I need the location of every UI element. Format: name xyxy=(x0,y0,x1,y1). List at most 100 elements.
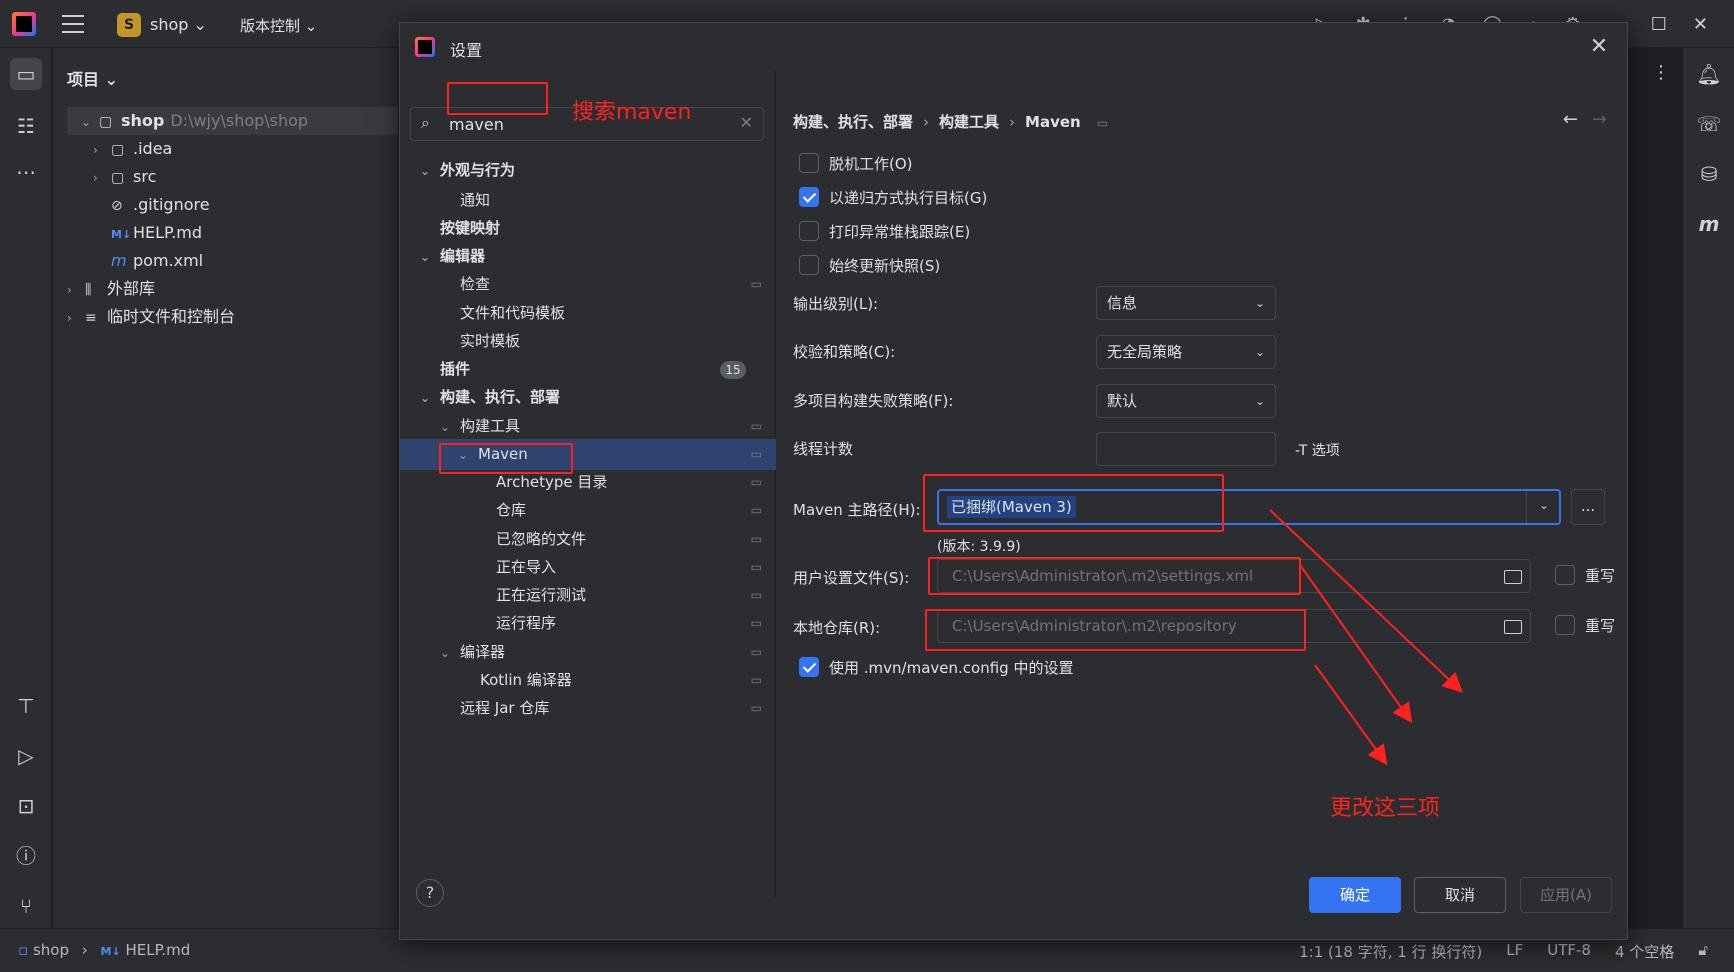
project-tool-icon[interactable]: ▭ xyxy=(10,58,42,90)
tree-running-tests[interactable]: 正在运行测试 ▭ xyxy=(400,580,776,611)
user-settings-override[interactable]: 重写 xyxy=(1555,565,1615,586)
tree-row-root[interactable]: ⌄ ▢ shop D:\wjy\shop\shop xyxy=(67,107,398,135)
build-tool-icon[interactable]: ⊤ xyxy=(10,690,42,722)
terminal-tool-icon[interactable]: ⊡ xyxy=(10,790,42,822)
tree-importing[interactable]: 正在导入 ▭ xyxy=(400,552,776,583)
chevron-down-icon[interactable]: ⌄ xyxy=(81,108,99,136)
file-encoding[interactable]: UTF-8 xyxy=(1547,941,1591,962)
maximize-icon[interactable]: ☐ xyxy=(1651,14,1667,35)
tree-label: 文件和代码模板 xyxy=(460,304,566,322)
back-arrow-icon[interactable]: ← xyxy=(1563,109,1578,130)
close-window-icon[interactable]: ✕ xyxy=(1693,14,1708,35)
chevron-right-icon[interactable]: › xyxy=(93,164,111,192)
tree-row-external-libs[interactable]: › ⫼ 外部库 xyxy=(67,275,155,303)
ai-assistant-icon[interactable]: ☏ xyxy=(1693,108,1725,140)
more-tools-icon[interactable]: ⋯ xyxy=(10,156,42,188)
select-value: 默认 xyxy=(1107,392,1138,410)
cancel-button[interactable]: 取消 xyxy=(1414,877,1506,913)
forward-arrow-icon[interactable]: → xyxy=(1592,109,1607,130)
tree-compiler[interactable]: ⌄ 编译器 ▭ xyxy=(400,637,776,668)
use-mvn-config-option[interactable]: 使用 .mvn/maven.config 中的设置 xyxy=(799,655,1073,681)
update-snapshots-option[interactable]: 始终更新快照(S) xyxy=(799,253,940,279)
work-offline-option[interactable]: 脱机工作(O) xyxy=(799,151,913,177)
close-icon[interactable]: ✕ xyxy=(1585,33,1613,61)
tree-remote-jar-repos[interactable]: 远程 Jar 仓库 ▭ xyxy=(400,693,776,724)
tree-runner[interactable]: 运行程序 ▭ xyxy=(400,608,776,639)
tree-row-src[interactable]: › ▢ src xyxy=(93,163,156,191)
ok-button[interactable]: 确定 xyxy=(1309,877,1401,913)
browse-maven-home-button[interactable]: ... xyxy=(1571,489,1605,525)
project-badge[interactable]: S xyxy=(117,13,141,37)
thread-count-input[interactable] xyxy=(1096,432,1276,466)
chevron-down-icon[interactable]: ⌄ xyxy=(420,383,440,414)
project-panel-title[interactable]: 项目 ⌄ xyxy=(67,66,118,90)
status-file[interactable]: HELP.md xyxy=(126,941,191,959)
work-offline-checkbox[interactable] xyxy=(799,153,819,173)
tree-keymap[interactable]: 按键映射 xyxy=(400,213,776,244)
line-separator[interactable]: LF xyxy=(1506,941,1523,962)
multiproject-policy-select[interactable]: 默认 ⌄ xyxy=(1096,384,1276,418)
tree-row-help-md[interactable]: M↓ HELP.md xyxy=(111,219,202,247)
tree-row-pom[interactable]: m pom.xml xyxy=(111,247,203,275)
tree-ignored-files[interactable]: 已忽略的文件 ▭ xyxy=(400,524,776,555)
tree-kotlin-compiler[interactable]: Kotlin 编译器 ▭ xyxy=(400,665,776,696)
caret-position[interactable]: 1:1 (18 字符, 1 行 换行符) xyxy=(1299,941,1482,962)
override-checkbox[interactable] xyxy=(1555,615,1575,635)
tree-notifications[interactable]: 通知 xyxy=(400,185,776,216)
main-menu-icon[interactable] xyxy=(62,15,84,33)
chevron-down-icon: ⌄ xyxy=(1254,296,1265,310)
use-mvn-config-checkbox[interactable] xyxy=(799,657,819,677)
breadcrumb-item[interactable]: 构建工具 xyxy=(939,113,999,131)
tree-editor[interactable]: ⌄ 编辑器 xyxy=(400,241,776,272)
tree-row-scratches[interactable]: › ≡ 临时文件和控制台 xyxy=(67,303,235,331)
folder-icon[interactable] xyxy=(1504,620,1522,634)
chevron-right-icon[interactable]: › xyxy=(67,276,85,304)
chevron-right-icon[interactable]: › xyxy=(93,136,111,164)
vcs-menu[interactable]: 版本控制 ⌄ xyxy=(240,15,317,36)
editor-more-icon[interactable]: ⋮ xyxy=(1652,62,1670,83)
structure-tool-icon[interactable]: ☷ xyxy=(10,110,42,142)
project-scope-icon: ▭ xyxy=(750,447,762,461)
help-icon[interactable]: ? xyxy=(416,879,444,907)
git-tool-icon[interactable]: ⑂ xyxy=(10,890,42,922)
tree-plugins[interactable]: 插件 15 xyxy=(400,354,776,385)
tree-inspections[interactable]: 检查 ▭ xyxy=(400,269,776,300)
override-checkbox[interactable] xyxy=(1555,565,1575,585)
local-repo-override[interactable]: 重写 xyxy=(1555,615,1615,636)
indent-setting[interactable]: 4 个空格 xyxy=(1615,941,1674,962)
tree-row-idea[interactable]: › ▢ .idea xyxy=(93,135,172,163)
tree-build-tools[interactable]: ⌄ 构建工具 ▭ xyxy=(400,411,776,442)
tree-row-gitignore[interactable]: ⊘ .gitignore xyxy=(111,191,210,219)
chevron-right-icon[interactable]: › xyxy=(67,304,85,332)
apply-button[interactable]: 应用(A) xyxy=(1520,877,1612,913)
lock-icon[interactable]: 🔓︎ xyxy=(1698,941,1708,962)
tree-label: Archetype 目录 xyxy=(496,473,608,491)
maven-tool-icon[interactable]: m xyxy=(1693,208,1725,240)
breadcrumb-item[interactable]: 构建、执行、部署 xyxy=(793,113,913,131)
folder-icon[interactable] xyxy=(1504,570,1522,584)
print-stacktrace-option[interactable]: 打印异常堆栈跟踪(E) xyxy=(799,219,970,245)
recursive-checkbox[interactable] xyxy=(799,187,819,207)
notifications-icon[interactable]: 🔔︎ xyxy=(1693,58,1725,90)
tree-repositories[interactable]: 仓库 ▭ xyxy=(400,495,776,526)
clear-search-icon[interactable]: ✕ xyxy=(740,113,753,132)
project-selector[interactable]: shop ⌄ xyxy=(150,15,207,34)
run-tool-icon[interactable]: ▷ xyxy=(10,740,42,772)
recursive-option[interactable]: 以递归方式执行目标(G) xyxy=(799,185,987,211)
tree-appearance[interactable]: ⌄ 外观与行为 xyxy=(400,155,776,186)
tree-build-exec-deploy[interactable]: ⌄ 构建、执行、部署 xyxy=(400,382,776,413)
tree-file-templates[interactable]: 文件和代码模板 xyxy=(400,298,776,329)
tree-live-templates[interactable]: 实时模板 xyxy=(400,326,776,357)
update-snapshots-checkbox[interactable] xyxy=(799,255,819,275)
status-project[interactable]: shop xyxy=(33,941,69,959)
checksum-policy-select[interactable]: 无全局策略 ⌄ xyxy=(1096,335,1276,369)
print-stacktrace-checkbox[interactable] xyxy=(799,221,819,241)
problems-tool-icon[interactable]: ⓘ xyxy=(10,840,42,872)
intellij-logo-icon[interactable] xyxy=(12,12,36,36)
local-repo-label: 本地仓库(R): xyxy=(793,619,881,637)
chevron-down-icon[interactable]: ⌄ xyxy=(1539,498,1549,512)
chevron-down-icon[interactable]: ⌄ xyxy=(420,156,440,187)
project-scope-icon: ▭ xyxy=(750,475,762,489)
database-icon[interactable]: ⛁ xyxy=(1693,158,1725,190)
output-level-select[interactable]: 信息 ⌄ xyxy=(1096,286,1276,320)
